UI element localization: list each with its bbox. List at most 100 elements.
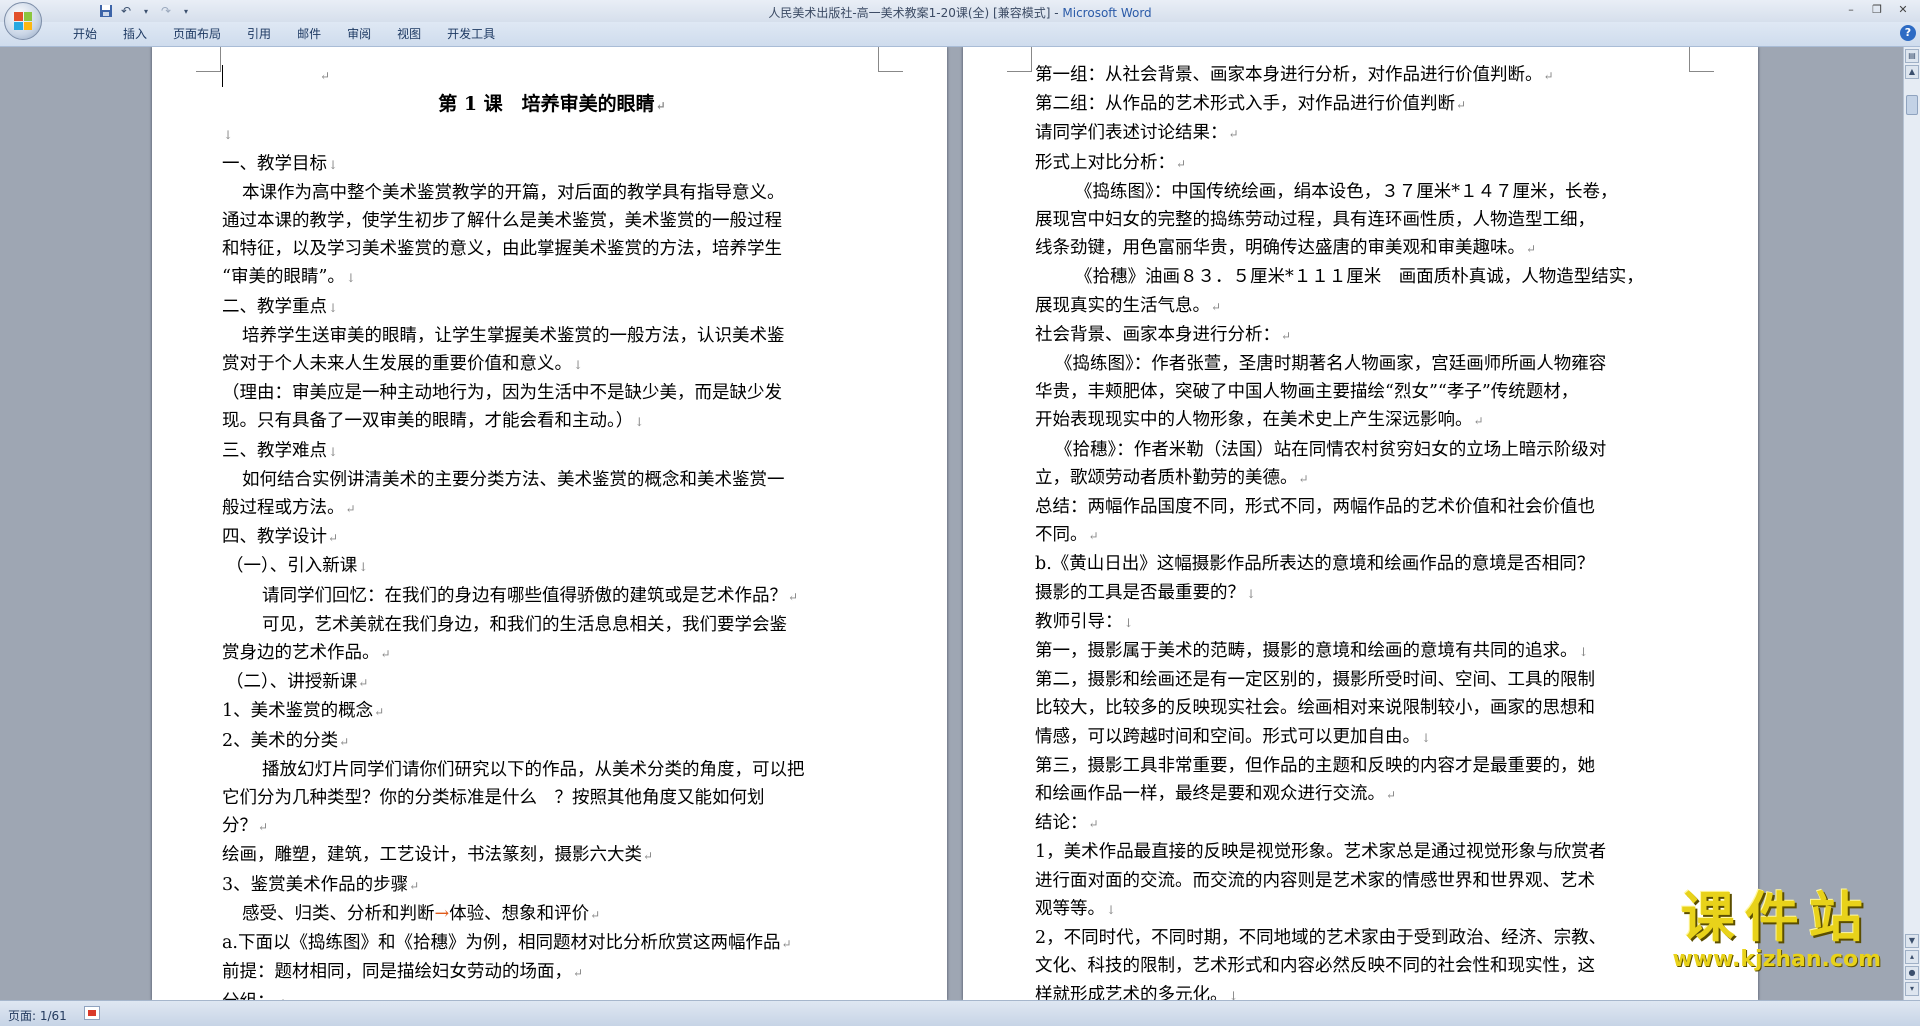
body-paragraph: 播放幻灯片同学们请你们研究以下的作品，从美术分类的角度，可以把 [262,759,805,780]
tab-developer[interactable]: 开发工具 [434,26,508,42]
body-paragraph: 本课作为高中整个美术鉴赏教学的开篇，对后面的教学具有指导意义。 [242,182,785,203]
scroll-thumb[interactable] [1906,95,1918,115]
browse-object-icon[interactable]: ● [1905,966,1919,980]
body-paragraph: 文化、科技的限制，艺术形式和内容必然反映不同的社会性和现实性，这 [1035,956,1595,977]
page-left-body: ↵ 第 1 课 培养审美的眼睛↵ ↓ 一、教学目标↓ 本课作为高中整个美术鉴赏教… [222,61,882,1000]
body-paragraph: 请同学们表述讨论结果：↵ [1035,123,1239,144]
body-paragraph: 《拾穗》：作者米勒（法国）站在同情农村贫穷妇女的立场上暗示阶级对 [1055,439,1607,460]
body-paragraph: 展现宫中妇女的完整的捣练劳动过程，具有连环画性质，人物造型工细， [1035,210,1595,231]
ruler-toggle-icon[interactable]: ▤ [1905,49,1919,63]
body-paragraph: 《拾穗》油画８３．５厘米*１１１厘米 画面质朴真诚，人物造型结实， [1075,267,1644,288]
body-paragraph: 赏身边的艺术作品。↵ [222,643,391,664]
tab-home[interactable]: 开始 [60,26,110,42]
tab-page-layout[interactable]: 页面布局 [160,26,234,42]
body-paragraph: 和绘画作品一样，最终是要和观众进行交流。↵ [1035,784,1397,805]
body-paragraph: 《捣练图》：中国传统绘画，绢本设色，３７厘米*１４７厘米，长卷， [1075,181,1618,202]
heading-paragraph: 一、教学目标↓ [222,153,339,174]
body-paragraph: 般过程或方法。↵ [222,498,356,519]
body-paragraph: 分组：↵ [222,988,882,1001]
help-icon[interactable]: ? [1900,25,1916,41]
body-paragraph: 绘画，雕塑，建筑，工艺设计，书法篆刻，摄影六大类↵ [222,845,654,866]
empty-paragraph: ↵ [222,61,882,90]
empty-paragraph: ↓ [223,128,234,143]
body-paragraph: 形式上对比分析：↵ [1035,152,1187,173]
body-paragraph: 前提：题材相同，同是描绘妇女劳动的场面，↵ [222,962,584,983]
body-paragraph: 2，不同时代，不同时期，不同地域的艺术家由于受到政治、经济、宗教、 [1035,928,1607,949]
body-paragraph: 赏对于个人未来人生发展的重要价值和意义。↓ [222,354,584,375]
body-paragraph: 观等等。↓ [1035,898,1117,919]
arrow-symbol: → [434,903,450,924]
body-paragraph: 总结：两幅作品国度不同，形式不同，两幅作品的艺术价值和社会价值也 [1035,497,1595,518]
body-paragraph: 结论：↵ [1035,813,1099,834]
subheading-paragraph: （一）、引入新课↓ [226,556,369,577]
body-paragraph: 第二组：从作品的艺术形式入手，对作品进行价值判断↵ [1035,94,1467,115]
scroll-up-icon[interactable]: ▲ [1905,65,1919,79]
title-bar: ↶ ▾ ↷ ▾ 人民美术出版社-高一美术教案1-20课(全) [兼容模式] - … [0,0,1920,22]
subheading-paragraph: （二）、讲授新课↵ [226,672,369,693]
body-paragraph: 《捣练图》：作者张萱，圣唐时期著名人物画家，宫廷画师所画人物雍容 [1055,354,1607,375]
margin-corner-mark [196,47,221,72]
body-paragraph: 1、美术鉴赏的概念↵ [222,701,385,722]
body-paragraph: 感受、归类、分析和判断→体验、想象和评价↵ [242,903,601,924]
body-paragraph: 第一，摄影属于美术的范畴，摄影的意境和绘画的意境有共同的追求。↓ [1035,641,1589,662]
ribbon-tabs: 开始 插入 页面布局 引用 邮件 审阅 视图 开发工具 [60,26,508,42]
body-paragraph: b.《黄山日出》这幅摄影作品所表达的意境和绘画作品的意境是否相同？ [1035,554,1595,575]
body-paragraph: 展现真实的生活气息。↵ [1035,295,1222,316]
body-paragraph: 华贵，丰颊肥体，突破了中国人物画主要描绘“烈女”“孝子”传统题材， [1035,382,1579,403]
body-paragraph: 第一组：从社会背景、画家本身进行分析，对作品进行价值判断。↵ [1035,65,1554,85]
body-paragraph: 1，美术作品最直接的反映是视觉形象。艺术家总是通过视觉形象与欣赏者 [1035,842,1607,863]
body-paragraph: 培养学生送审美的眼睛，让学生掌握美术鉴赏的一般方法，认识美术鉴 [242,325,785,346]
body-paragraph: 教师引导：↓ [1035,611,1134,632]
restore-icon[interactable]: ❐ [1864,2,1890,18]
body-paragraph: 它们分为几种类型？你的分类标准是什么 ？按照其他角度又能如何划 [222,788,765,809]
tab-mailings[interactable]: 邮件 [284,26,334,42]
page-right-body: 第一组：从社会背景、画家本身进行分析，对作品进行价值判断。↵ 第二组：从作品的艺… [1035,61,1695,1000]
text-cursor [222,64,223,87]
margin-corner-mark [1007,47,1032,72]
body-paragraph: 立，歌颂劳动者质朴勤劳的美德。↵ [1035,467,1309,488]
body-paragraph: 如何结合实例讲清美术的主要分类方法、美术鉴赏的概念和美术鉴赏一 [242,469,785,490]
scroll-down-icon[interactable]: ▼ [1905,934,1919,948]
body-paragraph: 进行面对面的交流。而交流的内容则是艺术家的情感世界和世界观、艺术 [1035,870,1595,891]
body-paragraph: 现。只有具备了一双审美的眼睛，才能会看和主动。）↓ [222,411,645,432]
page-title: 第 1 课 培养审美的眼睛↵ [438,93,666,116]
vertical-scrollbar[interactable]: ▤ ▲ ▼ ▴ ● ▾ [1903,47,1920,1000]
body-paragraph: 2、美术的分类↵ [222,730,350,751]
tab-insert[interactable]: 插入 [110,26,160,42]
body-paragraph: 3、鉴赏美术作品的步骤↵ [222,874,420,895]
office-button[interactable] [4,2,42,40]
body-paragraph: 第二，摄影和绘画还是有一定区别的，摄影所受时间、空间、工具的限制 [1035,670,1595,691]
body-paragraph: 比较大，比较多的反映现实社会。绘画相对来说限制较小，画家的思想和 [1035,698,1595,719]
status-bar: 页面: 1/61 [0,1000,1920,1026]
office-logo-icon [14,12,32,30]
tab-review[interactable]: 审阅 [334,26,384,42]
body-paragraph: 摄影的工具是否最重要的？↓ [1035,582,1257,603]
document-area[interactable]: ↵ 第 1 课 培养审美的眼睛↵ ↓ 一、教学目标↓ 本课作为高中整个美术鉴赏教… [0,47,1903,1000]
ribbon: 开始 插入 页面布局 引用 邮件 审阅 视图 开发工具 ? [0,22,1920,47]
window-controls: – ❐ ✕ [1838,2,1916,18]
body-paragraph: 通过本课的教学，使学生初步了解什么是美术鉴赏，美术鉴赏的一般过程 [222,211,782,232]
minimize-icon[interactable]: – [1838,2,1864,18]
page-left[interactable]: ↵ 第 1 课 培养审美的眼睛↵ ↓ 一、教学目标↓ 本课作为高中整个美术鉴赏教… [152,47,947,1000]
watermark-url: www.kjzhan.com [1672,947,1881,972]
watermark-text: 课件站 [1680,886,1873,949]
page-count[interactable]: 页面: 1/61 [8,1007,67,1024]
body-paragraph: 社会背景、画家本身进行分析：↵ [1035,324,1292,345]
body-paragraph: 请同学们回忆：在我们的身边有哪些值得骄傲的建筑或是艺术作品？↵ [262,585,799,606]
body-paragraph: 第三，摄影工具非常重要，但作品的主题和反映的内容才是最重要的，她 [1035,755,1595,776]
body-paragraph: 可见，艺术美就在我们身边，和我们的生活息息相关，我们要学会鉴 [262,614,787,635]
heading-paragraph: 二、教学重点↓ [222,296,339,317]
page-right[interactable]: 第一组：从社会背景、画家本身进行分析，对作品进行价值判断。↵ 第二组：从作品的艺… [963,47,1758,1000]
previous-page-icon[interactable]: ▴ [1905,950,1919,964]
body-paragraph: 情感，可以跨越时间和空间。形式可以更加自由。↓ [1035,726,1432,747]
body-paragraph: 分？↵ [222,816,269,837]
tab-view[interactable]: 视图 [384,26,434,42]
proofing-icon[interactable] [84,1006,100,1020]
close-icon[interactable]: ✕ [1890,2,1916,18]
body-paragraph: a.下面以《捣练图》和《拾穗》为例，相同题材对比分析欣赏这两幅作品↵ [222,933,792,954]
body-paragraph: 开始表现现实中的人物形象，在美术史上产生深远影响。↵ [1035,410,1484,431]
body-paragraph: 线条劲键，用色富丽华贵，明确传达盛唐的审美观和审美趣味。↵ [1035,238,1537,259]
body-paragraph: （理由：审美应是一种主动地行为，因为生活中不是缺少美，而是缺少发 [222,383,782,404]
next-page-icon[interactable]: ▾ [1905,982,1919,996]
tab-references[interactable]: 引用 [234,26,284,42]
